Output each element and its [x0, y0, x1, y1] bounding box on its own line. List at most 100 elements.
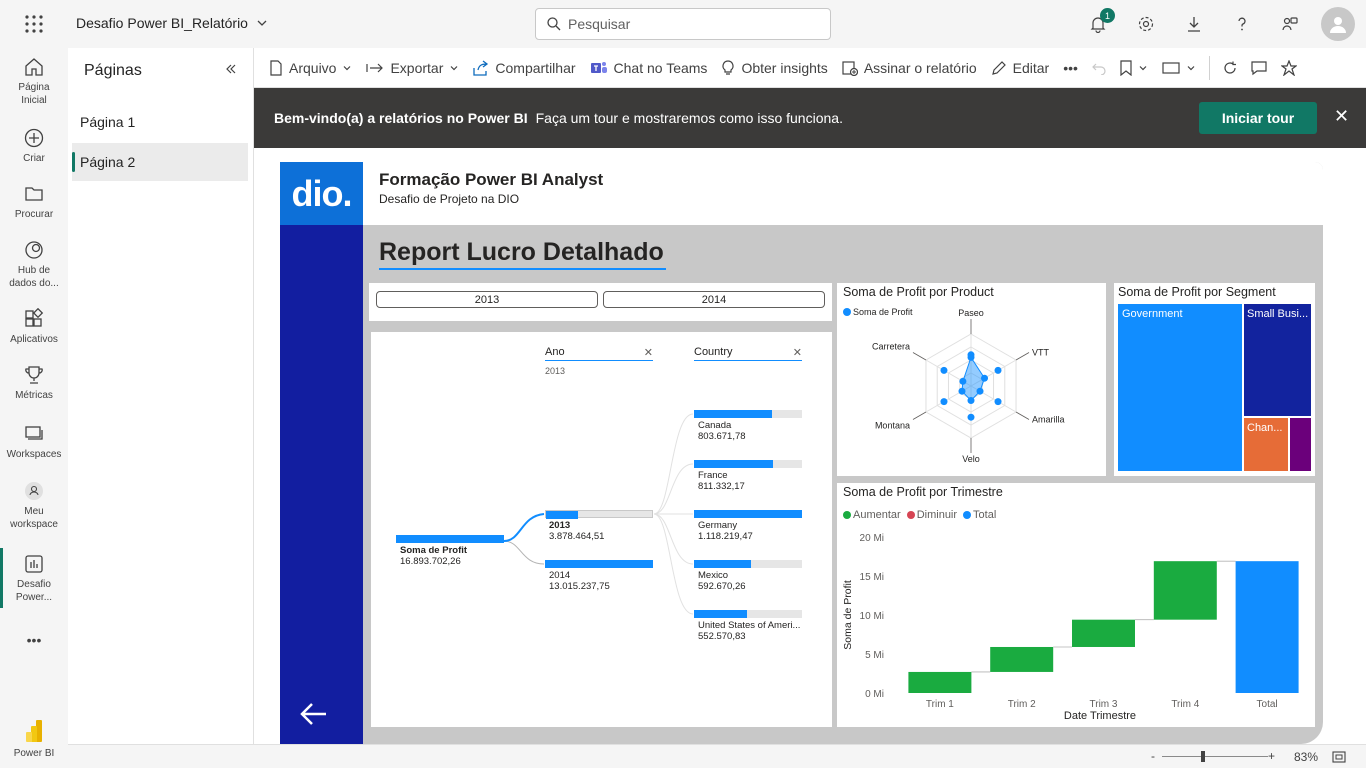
document-icon: [270, 59, 282, 76]
undo-button[interactable]: [1085, 48, 1113, 87]
slicer-option-2013[interactable]: 2013: [376, 291, 598, 308]
close-icon[interactable]: ✕: [793, 346, 802, 359]
nav-more-button[interactable]: •••: [0, 633, 68, 647]
close-banner-button[interactable]: ✕: [1334, 106, 1349, 127]
header-subtitle: Desafio de Projeto na DIO: [379, 192, 520, 206]
banner-text: Faça um tour e mostraremos como isso fun…: [535, 110, 843, 126]
bookmark-button[interactable]: [1113, 48, 1155, 87]
radar-axis-label: Paseo: [958, 308, 984, 318]
report-title-dropdown[interactable]: Desafio Power BI_Relatório: [76, 15, 268, 31]
y-tick-label: 10 Mi: [860, 611, 884, 622]
share-icon: [473, 59, 489, 76]
view-rectangle-icon: [1162, 61, 1180, 74]
back-arrow-icon[interactable]: [300, 702, 328, 726]
radar-label-leader: [912, 411, 927, 420]
data-hub-icon: [25, 241, 43, 259]
country-label: France: [698, 470, 728, 481]
page-tab-2[interactable]: Página 2: [72, 143, 248, 181]
home-icon: [25, 58, 43, 76]
root-bar-track[interactable]: [396, 535, 504, 543]
nav-my-workspace[interactable]: Meu workspace: [0, 480, 68, 531]
country-value: 592.670,26: [698, 581, 746, 592]
nav-apps[interactable]: Aplicativos: [0, 308, 68, 346]
country-bar-track[interactable]: [694, 460, 802, 468]
zoom-slider[interactable]: [1162, 756, 1268, 757]
share-button[interactable]: Compartilhar: [466, 48, 582, 87]
slicer-option-2014[interactable]: 2014: [603, 291, 825, 308]
level-header-ano: Ano ✕: [545, 346, 653, 361]
more-options-button[interactable]: •••: [1056, 48, 1085, 87]
treemap-tile-government[interactable]: Government: [1118, 304, 1242, 471]
export-menu-button[interactable]: Exportar: [359, 48, 466, 87]
year-bar-2013-track[interactable]: [545, 510, 653, 519]
favorite-button[interactable]: [1274, 48, 1304, 87]
treemap-tile-small-business[interactable]: Small Busi...: [1244, 304, 1311, 416]
country-value: 803.671,78: [698, 431, 746, 442]
collapse-pane-button[interactable]: [225, 62, 237, 78]
y-axis-title: Soma de Profit: [842, 580, 854, 650]
edit-button[interactable]: Editar: [984, 48, 1057, 87]
nav-power-bi[interactable]: Power BI: [0, 718, 68, 760]
nav-create[interactable]: Criar: [0, 127, 68, 165]
lightbulb-icon: [722, 59, 734, 75]
app-launcher-icon[interactable]: [24, 14, 44, 34]
nav-home-label2: Inicial: [21, 95, 47, 106]
radar-plot: Paseo VTT Amarilla Velo Montana Carretera: [872, 308, 1065, 464]
start-tour-button[interactable]: Iniciar tour: [1199, 102, 1317, 134]
nav-current-report[interactable]: Desafio Power...: [0, 553, 68, 604]
zoom-in-button[interactable]: +: [1268, 749, 1275, 763]
radar-axis-dot: [967, 351, 975, 359]
zoom-out-button[interactable]: -: [1151, 749, 1155, 763]
zoom-slider-thumb[interactable]: [1201, 751, 1205, 762]
comments-button[interactable]: [1244, 48, 1274, 87]
treemap-tile-channel[interactable]: Chan...: [1244, 418, 1288, 471]
dio-logo: dio.: [280, 162, 363, 225]
file-menu-button[interactable]: Arquivo: [262, 48, 359, 87]
insights-button[interactable]: Obter insights: [714, 48, 834, 87]
page-tab-1[interactable]: Página 1: [72, 103, 248, 141]
radar-label-leader: [912, 352, 927, 361]
avatar[interactable]: [1321, 7, 1355, 41]
nav-workspaces[interactable]: Workspaces: [0, 423, 68, 461]
notifications-button[interactable]: 1: [1074, 0, 1122, 48]
year-bar-2014-track[interactable]: [545, 560, 653, 568]
nav-home-label: Página: [18, 82, 50, 93]
toolbar-divider: [1208, 55, 1210, 80]
report-canvas: dio. Formação Power BI Analyst Desafio d…: [254, 148, 1366, 744]
nav-browse[interactable]: Procurar: [0, 183, 68, 221]
subscribe-button[interactable]: Assinar o relatório: [835, 48, 984, 87]
settings-button[interactable]: [1122, 0, 1170, 48]
fit-to-page-icon[interactable]: [1332, 751, 1346, 763]
user-icon: [1330, 17, 1346, 33]
nav-home[interactable]: Página Inicial: [0, 56, 68, 107]
help-button[interactable]: [1218, 0, 1266, 48]
country-bar-track[interactable]: [694, 610, 802, 618]
nav-datahub-label: Hub de: [17, 265, 51, 276]
refresh-button[interactable]: [1216, 48, 1244, 87]
country-bar-track[interactable]: [694, 510, 802, 518]
country-label: Canada: [698, 420, 732, 431]
waterfall-bar: [990, 646, 1054, 672]
edit-label: Editar: [1012, 59, 1050, 76]
year-label: 2013: [549, 520, 571, 531]
country-bar-track[interactable]: [694, 410, 802, 418]
nav-metrics[interactable]: Métricas: [0, 364, 68, 402]
search-input[interactable]: Pesquisar: [535, 8, 831, 40]
close-icon[interactable]: ✕: [644, 346, 653, 359]
download-button[interactable]: [1170, 0, 1218, 48]
x-axis-title: Date Trimestre: [1064, 710, 1136, 722]
radar-axis-dot: [994, 366, 1002, 374]
nav-datahub[interactable]: Hub de dados do...: [0, 239, 68, 290]
decomposition-tree: Ano ✕ 2013 Country ✕ Soma de Profit 16.89…: [371, 332, 832, 727]
subscribe-label: Assinar o relatório: [863, 59, 977, 76]
report-icon: [25, 555, 43, 573]
radar-axis-dot: [940, 366, 948, 374]
teams-chat-button[interactable]: Chat no Teams: [583, 48, 715, 87]
treemap-tile-other[interactable]: [1290, 418, 1311, 471]
country-bar-track[interactable]: [694, 560, 802, 568]
feedback-button[interactable]: [1266, 0, 1314, 48]
radar-axis-label: VTT: [1032, 348, 1050, 358]
year-label: 2014: [549, 570, 571, 581]
view-button[interactable]: [1155, 48, 1203, 87]
export-arrow-icon: [366, 63, 384, 72]
